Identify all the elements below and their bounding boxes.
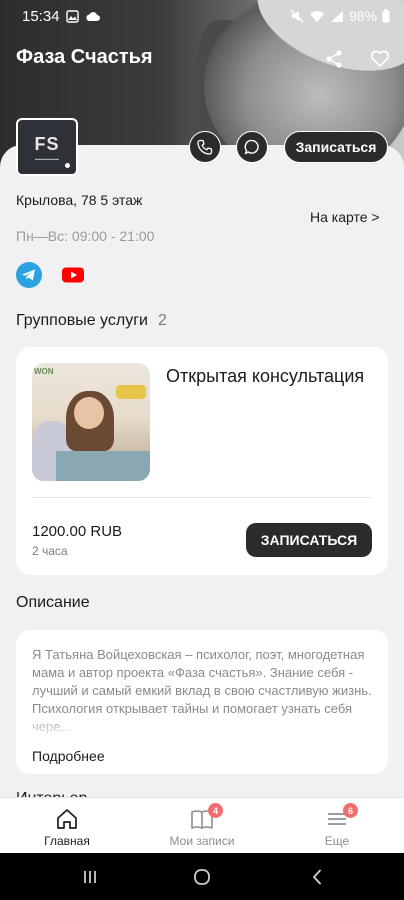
image-notification-icon <box>65 9 79 23</box>
status-time: 15:34 <box>22 7 60 25</box>
wifi-icon <box>309 10 324 22</box>
call-button[interactable] <box>189 131 221 163</box>
service-name: Открытая консультация <box>166 366 365 386</box>
logo-text: FS <box>34 133 60 154</box>
service-photo: WON <box>32 363 150 481</box>
nav-my-bookings-label: Мои записи <box>169 834 235 848</box>
nav-home-label: Главная <box>44 834 90 848</box>
service-duration: 2 часа <box>32 544 68 558</box>
bottom-navigation: Главная 4 Мои записи 6 Еще <box>0 797 404 853</box>
chat-button[interactable] <box>236 131 268 163</box>
page-title: Фаза Счастья <box>16 46 153 68</box>
cloud-icon <box>86 11 100 21</box>
share-button[interactable] <box>321 46 347 72</box>
heart-icon <box>370 50 390 67</box>
nav-home[interactable]: Главная <box>0 798 134 854</box>
youtube-icon <box>62 267 84 283</box>
signal-icon <box>330 10 343 22</box>
recent-apps-button[interactable] <box>78 865 102 889</box>
more-badge: 6 <box>343 803 358 818</box>
divider <box>32 497 372 498</box>
youtube-link[interactable] <box>60 262 86 288</box>
phone-icon <box>197 139 213 155</box>
service-card[interactable]: WON Открытая консультация 1200.00 RUB 2 … <box>16 347 388 575</box>
bookings-badge: 4 <box>208 803 223 818</box>
service-book-button[interactable]: ЗАПИСАТЬСЯ <box>246 523 372 557</box>
telegram-link[interactable] <box>16 262 42 288</box>
opening-hours: Пн—Вс: 09:00 - 21:00 <box>16 228 155 244</box>
nav-more-label: Еще <box>324 834 350 848</box>
battery-level: 98% <box>348 8 377 24</box>
nav-more[interactable]: 6 Еще <box>270 798 404 854</box>
back-button[interactable] <box>305 865 329 889</box>
recent-apps-icon <box>84 871 96 883</box>
nav-my-bookings[interactable]: 4 Мои записи <box>135 798 269 854</box>
read-more-link[interactable]: Подробнее <box>32 748 105 764</box>
chat-icon <box>244 139 259 155</box>
group-services-heading: Групповые услуги 2 <box>16 312 167 330</box>
description-title: Описание <box>16 594 90 611</box>
book-appointment-button[interactable]: Записаться <box>284 131 388 163</box>
description-card: Я Татьяна Войцеховская – психолог, поэт,… <box>16 630 388 774</box>
system-navigation-bar <box>0 853 404 900</box>
map-link[interactable]: На карте > <box>310 209 380 225</box>
address: Крылова, 78 5 этаж <box>16 192 143 208</box>
studio-logo: FS ▬▬▬▬▬▬ <box>16 118 78 176</box>
group-services-count: 2 <box>157 312 167 329</box>
home-system-button[interactable] <box>190 865 214 889</box>
status-bar: 15:34 98% <box>0 0 404 32</box>
group-services-title: Групповые услуги <box>16 312 148 329</box>
battery-icon <box>382 9 390 23</box>
telegram-icon <box>16 262 42 288</box>
service-price: 1200.00 RUB <box>32 523 123 540</box>
mute-icon <box>290 9 304 23</box>
back-icon <box>313 869 321 885</box>
share-icon <box>326 50 342 68</box>
favorite-button[interactable] <box>367 46 393 72</box>
home-circle-icon <box>194 869 210 885</box>
home-icon <box>57 809 77 829</box>
